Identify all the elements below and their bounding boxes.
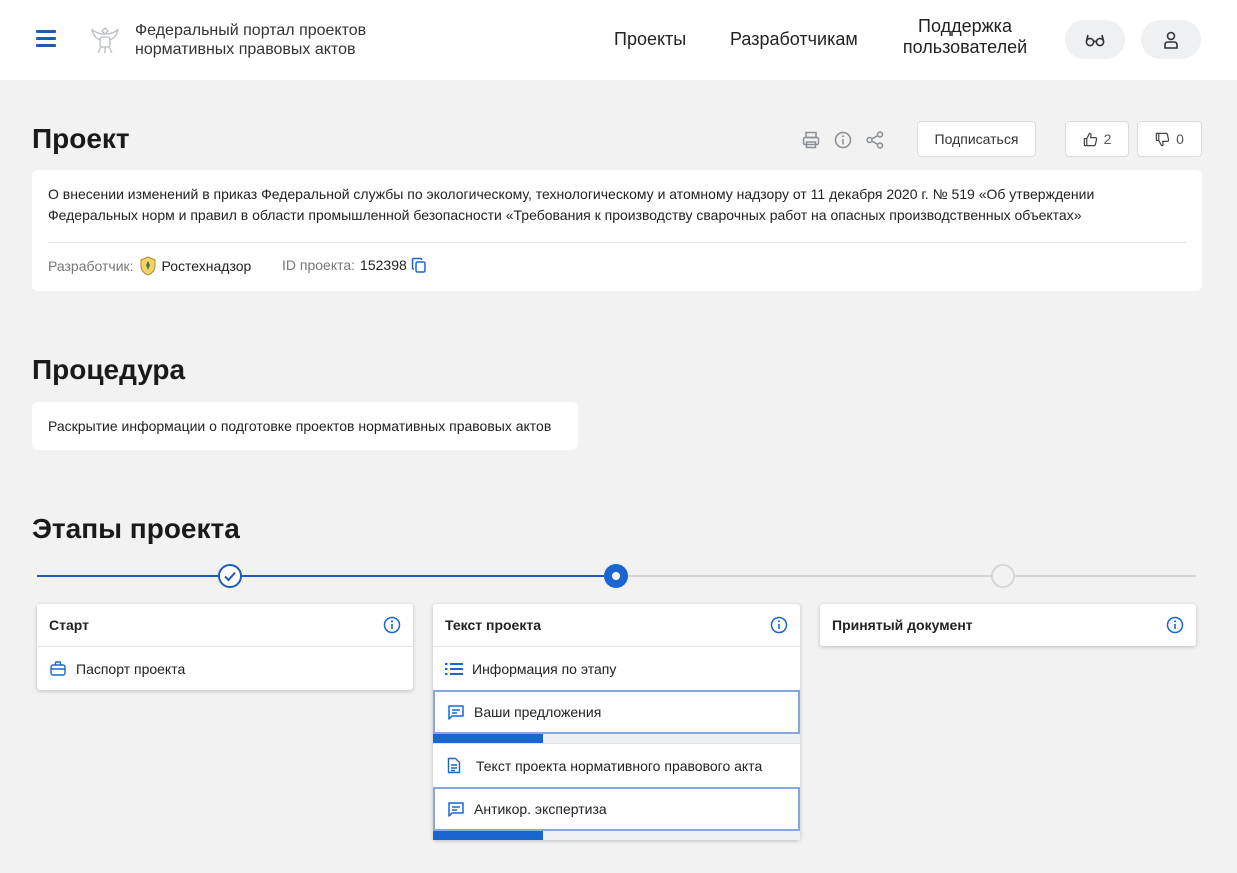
- stage-header: Текст проекта: [433, 604, 800, 646]
- thumb-down-icon: [1155, 132, 1170, 146]
- procedure-title: Процедура: [32, 354, 186, 385]
- menu-icon[interactable]: [36, 30, 56, 48]
- stage-header: Старт: [37, 604, 413, 646]
- stage-link-label: Антикор. экспертиза: [474, 801, 607, 817]
- stage-link-label: Текст проекта нормативного правового акт…: [476, 757, 763, 774]
- info-icon[interactable]: [833, 130, 853, 150]
- procedure-card: Раскрытие информации о подготовке проект…: [32, 402, 578, 450]
- info-icon[interactable]: [770, 616, 788, 634]
- proposals-progress-bar: [433, 734, 800, 743]
- procedure-text: Раскрытие информации о подготовке проект…: [48, 418, 552, 434]
- share-icon[interactable]: [865, 130, 885, 150]
- stage-link-proposals[interactable]: Ваши предложения: [433, 690, 800, 734]
- user-button[interactable]: [1141, 20, 1201, 59]
- user-icon: [1164, 31, 1178, 49]
- stage-current-node: [604, 564, 628, 588]
- like-button[interactable]: 2: [1065, 121, 1129, 157]
- stages-title: Этапы проекта: [32, 513, 240, 544]
- project-title: Проект: [32, 123, 130, 154]
- copy-icon[interactable]: [411, 257, 427, 274]
- subscribe-button[interactable]: Подписаться: [917, 121, 1036, 157]
- list-icon: [445, 660, 463, 678]
- nav-developers[interactable]: Разработчикам: [730, 29, 858, 50]
- comment-icon: [447, 703, 465, 721]
- briefcase-icon: [49, 660, 67, 678]
- stage-title: Текст проекта: [445, 617, 541, 633]
- comment-icon: [447, 800, 465, 818]
- progress-fill: [433, 734, 544, 743]
- developer-info: Разработчик: Ростехнадзор: [48, 256, 251, 276]
- emblem-icon: [91, 27, 119, 54]
- dislike-button[interactable]: 0: [1137, 121, 1202, 157]
- divider: [48, 242, 1186, 243]
- check-icon: [224, 571, 236, 582]
- developer-label: Разработчик:: [48, 258, 134, 274]
- project-id-info: ID проекта: 152398: [282, 256, 427, 274]
- info-icon[interactable]: [1166, 616, 1184, 634]
- glasses-icon: [1085, 34, 1105, 46]
- nav-projects[interactable]: Проекты: [614, 29, 686, 50]
- stage-link-act-text[interactable]: Текст проекта нормативного правового акт…: [433, 743, 800, 787]
- stage-link-passport[interactable]: Паспорт проекта: [37, 646, 413, 690]
- project-id: 152398: [360, 257, 407, 273]
- rostekhnadzor-emblem-icon: [140, 256, 156, 276]
- project-description: О внесении изменений в приказ Федерально…: [48, 186, 1095, 223]
- nav-support[interactable]: Поддержка пользователей: [899, 16, 1031, 58]
- progress-fill: [433, 831, 544, 840]
- portal-name[interactable]: Федеральный портал проектов нормативных …: [135, 21, 395, 59]
- stage-link-label: Ваши предложения: [474, 704, 602, 720]
- stage-link-label: Информация по этапу: [472, 660, 617, 677]
- top-header: Федеральный портал проектов нормативных …: [0, 0, 1237, 80]
- print-icon[interactable]: [801, 130, 821, 150]
- stage-header: Принятый документ: [820, 604, 1196, 646]
- current-dot: [612, 572, 620, 580]
- anticorruption-progress-bar: [433, 831, 800, 840]
- stage-card-text: Текст проекта Информация по этапу Ваши п…: [433, 604, 800, 840]
- stage-link-info[interactable]: Информация по этапу: [433, 646, 800, 690]
- progress-track-pending: [616, 575, 1196, 577]
- progress-track-done: [37, 575, 616, 577]
- dislike-count: 0: [1176, 131, 1184, 147]
- stage-link-anticorruption[interactable]: Антикор. экспертиза: [433, 787, 800, 831]
- accessibility-button[interactable]: [1065, 20, 1125, 59]
- stage-title: Принятый документ: [832, 617, 973, 633]
- developer-name[interactable]: Ростехнадзор: [162, 257, 252, 275]
- subscribe-label: Подписаться: [934, 131, 1019, 147]
- stage-link-label: Паспорт проекта: [76, 660, 186, 677]
- stage-title: Старт: [49, 617, 89, 633]
- stage-card-adopted: Принятый документ: [820, 604, 1196, 646]
- document-icon: [445, 757, 463, 775]
- thumb-up-icon: [1083, 132, 1097, 146]
- id-label: ID проекта:: [282, 257, 356, 273]
- like-count: 2: [1103, 131, 1112, 147]
- info-icon[interactable]: [383, 616, 401, 634]
- stage-start-node: [218, 564, 242, 588]
- stage-card-start: Старт Паспорт проекта: [37, 604, 413, 690]
- stage-pending-node: [991, 564, 1015, 588]
- project-card: О внесении изменений в приказ Федерально…: [32, 170, 1202, 291]
